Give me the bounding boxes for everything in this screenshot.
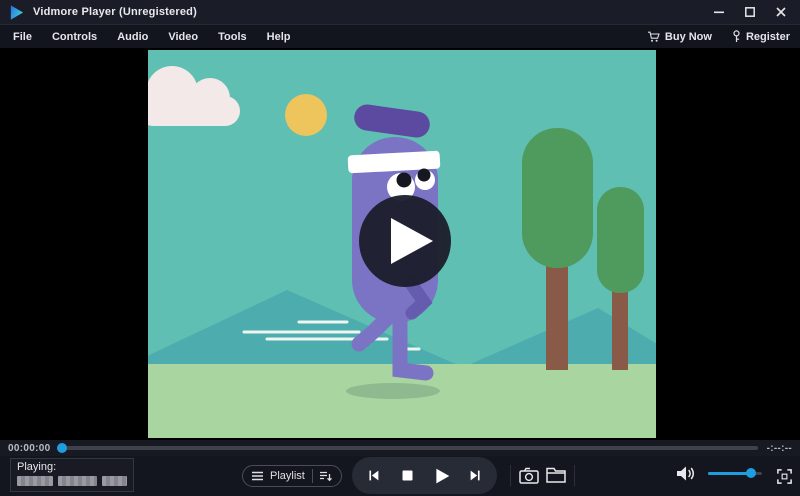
redacted-block bbox=[17, 476, 53, 486]
volume-thumb[interactable] bbox=[745, 468, 756, 478]
redacted-block bbox=[57, 476, 98, 486]
now-playing-box: Playing: bbox=[10, 458, 134, 492]
snapshot-button[interactable] bbox=[517, 463, 541, 487]
redacted-filename bbox=[17, 476, 127, 486]
buy-now-label: Buy Now bbox=[664, 30, 712, 43]
menu-file[interactable]: File bbox=[13, 31, 32, 43]
stop-icon bbox=[402, 470, 413, 481]
seek-track-bg bbox=[59, 446, 758, 450]
playlist-label: Playlist bbox=[270, 470, 305, 482]
video-play-overlay bbox=[359, 195, 451, 287]
pill-divider bbox=[311, 469, 313, 483]
titlebar: Vidmore Player (Unregistered) bbox=[0, 0, 800, 24]
video-canvas[interactable] bbox=[148, 50, 656, 438]
next-button[interactable] bbox=[463, 463, 489, 489]
seek-bar: 00:00:00 -:--:-- bbox=[0, 440, 800, 456]
transport-controls bbox=[352, 457, 497, 494]
window-title: Vidmore Player (Unregistered) bbox=[33, 6, 197, 18]
scene-shadow bbox=[346, 383, 440, 399]
playlist-button[interactable]: Playlist bbox=[242, 465, 342, 487]
menu-help[interactable]: Help bbox=[267, 31, 291, 43]
menu-tools[interactable]: Tools bbox=[218, 31, 247, 43]
playlist-order-icon[interactable] bbox=[319, 471, 332, 482]
folder-icon bbox=[546, 467, 566, 483]
volume-control bbox=[676, 463, 762, 483]
speaker-icon[interactable] bbox=[676, 463, 698, 483]
fullscreen-icon bbox=[776, 468, 792, 484]
play-button[interactable] bbox=[429, 463, 455, 489]
close-icon[interactable] bbox=[770, 3, 792, 21]
register-label: Register bbox=[745, 30, 790, 43]
vidmore-player-window: Vidmore Player (Unregistered) File Contr… bbox=[0, 0, 800, 496]
app-logo-icon bbox=[8, 4, 25, 21]
menu-video[interactable]: Video bbox=[168, 31, 198, 43]
open-file-button[interactable] bbox=[544, 463, 568, 487]
separator bbox=[510, 465, 511, 486]
scene-sun bbox=[285, 94, 327, 136]
playing-label: Playing: bbox=[17, 461, 57, 473]
video-stage[interactable] bbox=[0, 48, 800, 440]
seek-track[interactable] bbox=[57, 443, 758, 453]
playlist-menu-icon bbox=[252, 471, 263, 481]
play-icon bbox=[435, 468, 449, 483]
menu-audio[interactable]: Audio bbox=[117, 31, 148, 43]
camera-icon bbox=[519, 467, 539, 484]
fullscreen-button[interactable] bbox=[772, 464, 796, 488]
separator bbox=[574, 465, 575, 486]
menubar: File Controls Audio Video Tools Help Buy… bbox=[0, 24, 800, 48]
remaining-time: -:--:-- bbox=[766, 442, 792, 454]
menu-controls[interactable]: Controls bbox=[52, 31, 97, 43]
maximize-icon[interactable] bbox=[739, 3, 761, 21]
redacted-block bbox=[102, 476, 127, 486]
key-icon bbox=[733, 30, 740, 42]
cart-icon bbox=[647, 31, 660, 42]
skip-back-icon bbox=[369, 470, 379, 481]
minimize-icon[interactable] bbox=[708, 3, 730, 21]
skip-forward-icon bbox=[470, 470, 480, 481]
stop-button[interactable] bbox=[394, 463, 420, 489]
register-button[interactable]: Register bbox=[732, 30, 790, 43]
seek-thumb[interactable] bbox=[57, 443, 68, 453]
volume-fill bbox=[708, 471, 751, 475]
previous-button[interactable] bbox=[360, 463, 386, 489]
buy-now-button[interactable]: Buy Now bbox=[647, 31, 712, 43]
control-bar: Playing: Playlist bbox=[0, 456, 800, 496]
volume-slider[interactable] bbox=[708, 468, 762, 478]
elapsed-time: 00:00:00 bbox=[8, 442, 51, 454]
